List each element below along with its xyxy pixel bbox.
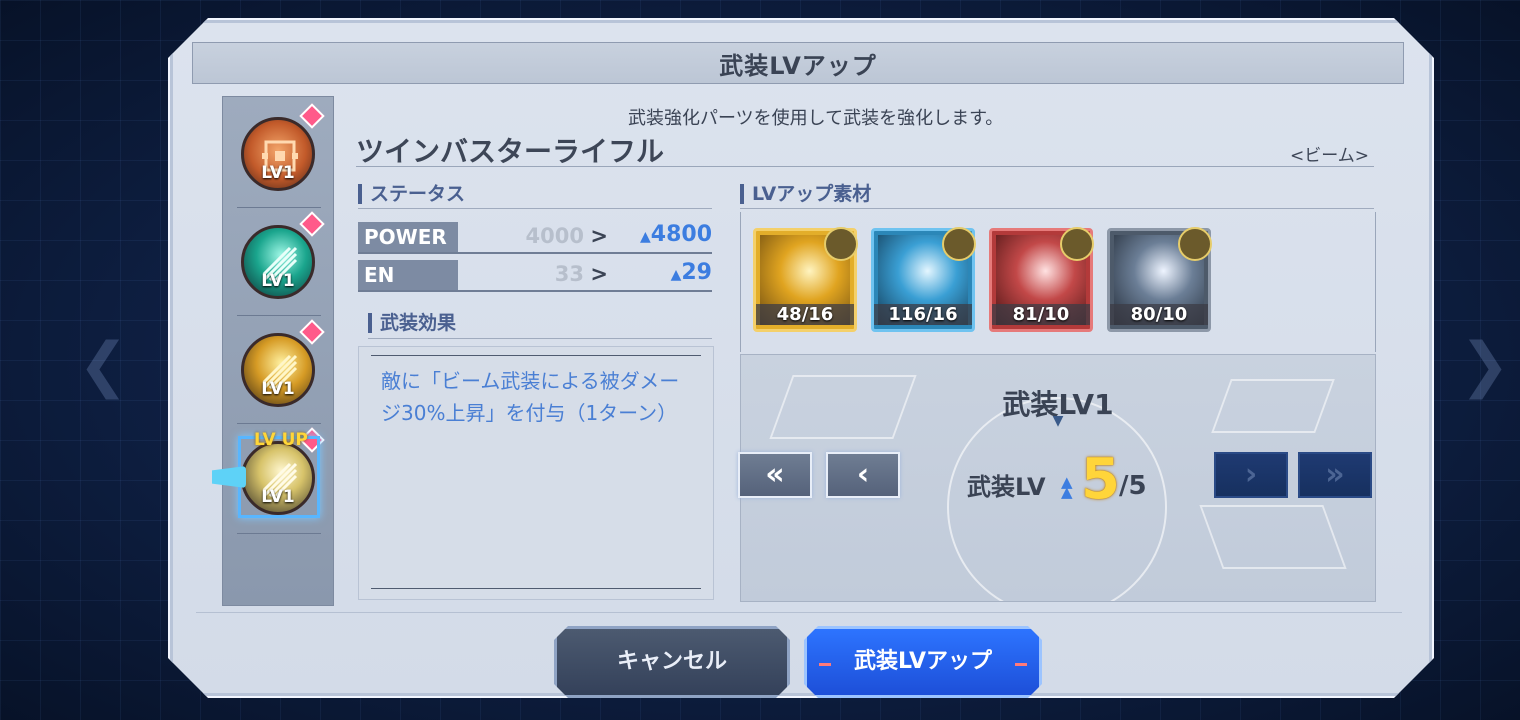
material-item[interactable]: 81/10	[989, 227, 1094, 332]
decor-hex	[1199, 505, 1347, 569]
level-down-button[interactable]: ‹	[826, 452, 900, 498]
divider	[237, 207, 321, 208]
material-item[interactable]: 116/16	[871, 227, 976, 332]
stat-old-value: 33	[554, 262, 584, 286]
dialog-header: 武装LVアップ	[192, 42, 1404, 84]
status-section-title: ステータス	[358, 184, 465, 204]
material-item[interactable]: 48/16	[753, 227, 858, 332]
lv-up-badge: LV UP	[254, 430, 308, 450]
divider	[237, 315, 321, 316]
chevron-right-icon: ›	[1244, 457, 1258, 492]
stat-old-value: 4000	[525, 224, 584, 248]
weapon-slot-3[interactable]: LV1	[237, 319, 325, 419]
cancel-button[interactable]: キャンセル	[554, 626, 790, 698]
decor-dash	[819, 663, 831, 666]
weapon-type: <ビーム>	[1290, 146, 1369, 166]
divider	[371, 355, 701, 356]
confirm-lv-up-label: 武装LVアップ	[853, 649, 993, 674]
divider	[358, 208, 712, 209]
double-chevron-left-icon: «	[765, 457, 785, 492]
materials-row: 48/16 116/16 81/10 80/10	[740, 212, 1376, 352]
divider	[371, 588, 701, 589]
gem-icon	[299, 211, 325, 237]
weapon-list: LV1 LV1 LV1 LV1	[222, 96, 334, 606]
stat-new-value: ▲29	[671, 260, 712, 285]
up-arrow-icon: ▲	[639, 229, 651, 245]
divider	[356, 166, 1374, 167]
material-count: 48/16	[756, 304, 854, 325]
confirm-lv-up-button[interactable]: 武装LVアップ	[804, 626, 1042, 698]
material-count: 116/16	[874, 304, 972, 325]
double-chevron-right-icon: »	[1325, 457, 1345, 492]
effect-section-title: 武装効果	[368, 313, 456, 333]
stat-row-en: EN 33 > ▲29	[358, 260, 712, 292]
material-badge-icon	[1178, 227, 1212, 261]
dialog-subtitle: 武装強化パーツを使用して武装を強化します。	[628, 108, 1004, 129]
target-level-prefix: 武装LV	[967, 473, 1046, 501]
effect-text: 敵に「ビーム武装による被ダメージ30%上昇」を付与（1ターン）	[381, 369, 680, 425]
divider	[740, 208, 1374, 209]
up-arrow-icon: ▲ ▲	[1061, 473, 1073, 501]
material-badge-icon	[942, 227, 976, 261]
target-level-value: 5	[1081, 447, 1120, 512]
chevron-right-icon: ❯	[1459, 330, 1510, 400]
divider	[368, 338, 712, 339]
stat-new-number: 4800	[650, 222, 712, 247]
stat-new-number: 29	[681, 260, 712, 285]
decor-dash	[1015, 663, 1027, 666]
gem-icon	[299, 103, 325, 129]
effect-box: 敵に「ビーム武装による被ダメージ30%上昇」を付与（1ターン）	[358, 346, 714, 600]
gem-icon	[299, 319, 325, 345]
divider	[237, 423, 321, 424]
level-max-button[interactable]: »	[1298, 452, 1372, 498]
divider	[237, 533, 321, 534]
stat-label: POWER	[358, 222, 458, 252]
chevron-left-icon: ❮	[78, 330, 129, 400]
weapon-slot-2[interactable]: LV1	[237, 211, 325, 311]
stat-arrow: >	[590, 224, 608, 248]
material-count: 81/10	[992, 304, 1090, 325]
level-min-button[interactable]: «	[738, 452, 812, 498]
weapon-level-label: LV1	[261, 163, 295, 183]
up-arrow-icon: ▲	[670, 267, 682, 283]
material-count: 80/10	[1110, 304, 1208, 325]
material-badge-icon	[824, 227, 858, 261]
divider	[196, 612, 1402, 613]
divider	[358, 252, 712, 254]
stat-row-power: POWER 4000 > ▲4800	[358, 222, 712, 254]
materials-section-title: LVアップ素材	[740, 184, 871, 204]
chevron-down-icon: ▼	[1052, 413, 1064, 429]
chevron-left-icon: ‹	[856, 457, 870, 492]
target-level-max: /5	[1119, 471, 1147, 501]
weapon-slot-1[interactable]: LV1	[237, 103, 325, 203]
stat-label: EN	[358, 260, 458, 290]
material-item[interactable]: 80/10	[1107, 227, 1212, 332]
dialog-title: 武装LVアップ	[719, 51, 877, 80]
weapon-level-label: LV1	[261, 379, 295, 399]
weapon-name: ツインバスターライフル	[356, 135, 665, 168]
stat-new-value: ▲4800	[640, 222, 712, 247]
stat-arrow: >	[590, 262, 608, 286]
weapon-level-label: LV1	[261, 271, 295, 291]
level-up-button[interactable]: ›	[1214, 452, 1288, 498]
material-badge-icon	[1060, 227, 1094, 261]
divider	[358, 290, 712, 292]
